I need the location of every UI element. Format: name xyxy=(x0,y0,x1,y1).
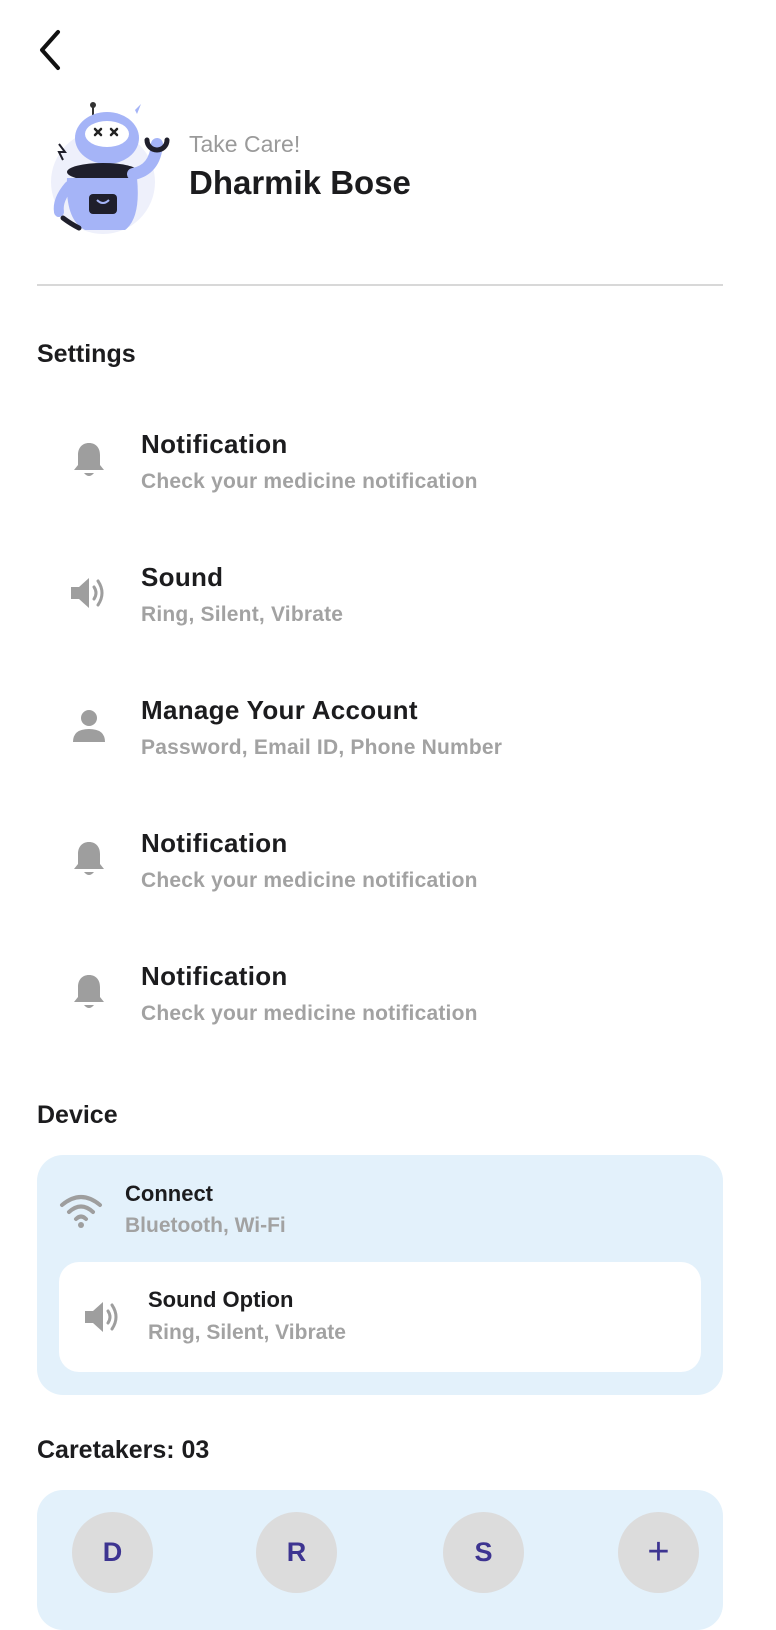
speaker-icon xyxy=(67,571,111,615)
setting-item-subtitle: Password, Email ID, Phone Number xyxy=(141,736,503,759)
settings-section-title: Settings xyxy=(37,340,136,368)
device-item-title: Sound Option xyxy=(148,1287,294,1312)
profile-header: Take Care! Dharmik Bose xyxy=(37,100,723,240)
device-item-subtitle: Bluetooth, Wi-Fi xyxy=(125,1214,286,1237)
setting-item-notification[interactable]: Notification Check your medicine notific… xyxy=(37,799,723,932)
setting-item-notification[interactable]: Notification Check your medicine notific… xyxy=(37,400,723,533)
caretaker-avatar[interactable]: S xyxy=(443,1512,524,1593)
speaker-icon xyxy=(81,1295,125,1339)
user-name: Dharmik Bose xyxy=(189,164,411,201)
device-section-title: Device xyxy=(37,1101,118,1129)
setting-item-title: Sound xyxy=(141,562,224,592)
device-item-title: Connect xyxy=(125,1181,213,1206)
caretakers-section-title: Caretakers: 03 xyxy=(37,1436,210,1464)
setting-item-subtitle: Check your medicine notification xyxy=(141,869,478,892)
setting-item-title: Notification xyxy=(141,961,288,991)
device-connect-item[interactable]: Connect Bluetooth, Wi-Fi xyxy=(37,1155,723,1260)
device-sound-option-item[interactable]: Sound Option Ring, Silent, Vibrate xyxy=(59,1262,701,1372)
setting-item-sound[interactable]: Sound Ring, Silent, Vibrate xyxy=(37,533,723,666)
back-button[interactable] xyxy=(30,28,70,76)
divider xyxy=(37,284,723,286)
caretakers-card: D R S + xyxy=(37,1490,723,1630)
setting-item-manage-account[interactable]: Manage Your Account Password, Email ID, … xyxy=(37,666,723,799)
setting-item-subtitle: Check your medicine notification xyxy=(141,1002,478,1025)
greeting-text: Take Care! xyxy=(189,131,301,157)
bell-icon xyxy=(67,970,111,1014)
bell-icon xyxy=(67,438,111,482)
setting-item-subtitle: Ring, Silent, Vibrate xyxy=(141,603,344,626)
setting-item-title: Notification xyxy=(141,828,288,858)
device-card: Connect Bluetooth, Wi-Fi Sound Option Ri… xyxy=(37,1155,723,1395)
caretaker-avatar[interactable]: R xyxy=(256,1512,337,1593)
setting-item-title: Manage Your Account xyxy=(141,695,418,725)
settings-list: Notification Check your medicine notific… xyxy=(37,400,723,1065)
person-icon xyxy=(67,704,111,748)
device-item-subtitle: Ring, Silent, Vibrate xyxy=(148,1321,346,1344)
caretaker-avatar[interactable]: D xyxy=(72,1512,153,1593)
setting-item-notification[interactable]: Notification Check your medicine notific… xyxy=(37,932,723,1065)
setting-item-title: Notification xyxy=(141,429,288,459)
add-caretaker-button[interactable]: + xyxy=(618,1512,699,1593)
avatar xyxy=(45,100,170,240)
chevron-left-icon xyxy=(36,28,64,77)
bell-icon xyxy=(67,837,111,881)
setting-item-subtitle: Check your medicine notification xyxy=(141,470,478,493)
wifi-icon xyxy=(59,1189,103,1233)
